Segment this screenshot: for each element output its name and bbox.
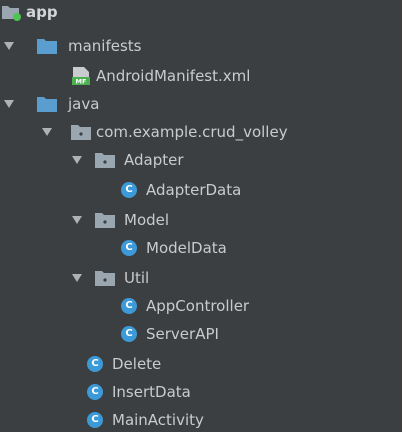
java-class-icon: C [118, 295, 140, 317]
chevron-down-icon[interactable] [40, 125, 54, 139]
package-icon [94, 149, 116, 171]
tree-item-mainactivity[interactable]: C MainActivity [0, 406, 402, 432]
tree-item-package-root[interactable]: com.example.crud_volley [0, 118, 402, 146]
folder-icon [36, 35, 58, 57]
java-class-icon: C [84, 353, 106, 375]
package-icon [94, 209, 116, 231]
tree-item-label: InsertData [112, 383, 191, 401]
chevron-down-icon[interactable] [2, 97, 16, 111]
tree-item-label: AndroidManifest.xml [96, 67, 251, 85]
tree-item-serverapi[interactable]: C ServerAPI [0, 320, 402, 348]
tree-item-manifests[interactable]: manifests [0, 32, 402, 60]
tree-item-util[interactable]: Util [0, 264, 402, 292]
java-class-icon: C [118, 237, 140, 259]
tree-item-label: Delete [112, 355, 162, 373]
package-icon [70, 121, 92, 143]
tree-item-label: AppController [146, 297, 250, 315]
tree-item-label: manifests [68, 37, 142, 55]
tree-item-insertdata[interactable]: C InsertData [0, 378, 402, 406]
tree-item-label: com.example.crud_volley [96, 123, 288, 141]
chevron-down-icon[interactable] [70, 213, 84, 227]
tree-item-model[interactable]: Model [0, 206, 402, 234]
folder-icon [36, 93, 58, 115]
tree-item-label: ServerAPI [146, 325, 219, 343]
package-icon [94, 267, 116, 289]
tree-item-app[interactable]: app [0, 0, 402, 26]
tree-item-label: AdapterData [146, 181, 242, 199]
project-tree-panel: app manifests MF AndroidManifest.xml jav [0, 0, 402, 432]
tree-item-adapterdata[interactable]: C AdapterData [0, 176, 402, 204]
java-class-icon: C [118, 323, 140, 345]
chevron-down-icon[interactable] [2, 39, 16, 53]
java-class-icon: C [118, 179, 140, 201]
tree-item-delete[interactable]: C Delete [0, 350, 402, 378]
svg-text:MF: MF [76, 78, 87, 86]
module-folder-icon [0, 1, 22, 23]
chevron-down-icon[interactable] [70, 153, 84, 167]
chevron-down-icon[interactable] [70, 271, 84, 285]
tree-item-label: Model [124, 211, 170, 229]
tree-item-label: Util [124, 269, 150, 287]
java-class-icon: C [84, 409, 106, 431]
tree-item-adapter[interactable]: Adapter [0, 146, 402, 174]
tree-item-label: MainActivity [112, 411, 204, 429]
tree-item-label: java [68, 95, 100, 113]
tree-item-label: ModelData [146, 239, 227, 257]
tree-item-label: Adapter [124, 151, 184, 169]
tree-item-java[interactable]: java [0, 90, 402, 118]
manifest-file-icon: MF [70, 65, 92, 87]
tree-item-modeldata[interactable]: C ModelData [0, 234, 402, 262]
tree-item-appcontroller[interactable]: C AppController [0, 292, 402, 320]
tree-item-label: app [26, 3, 58, 21]
java-class-icon: C [84, 381, 106, 403]
tree-item-android-manifest[interactable]: MF AndroidManifest.xml [0, 62, 402, 90]
